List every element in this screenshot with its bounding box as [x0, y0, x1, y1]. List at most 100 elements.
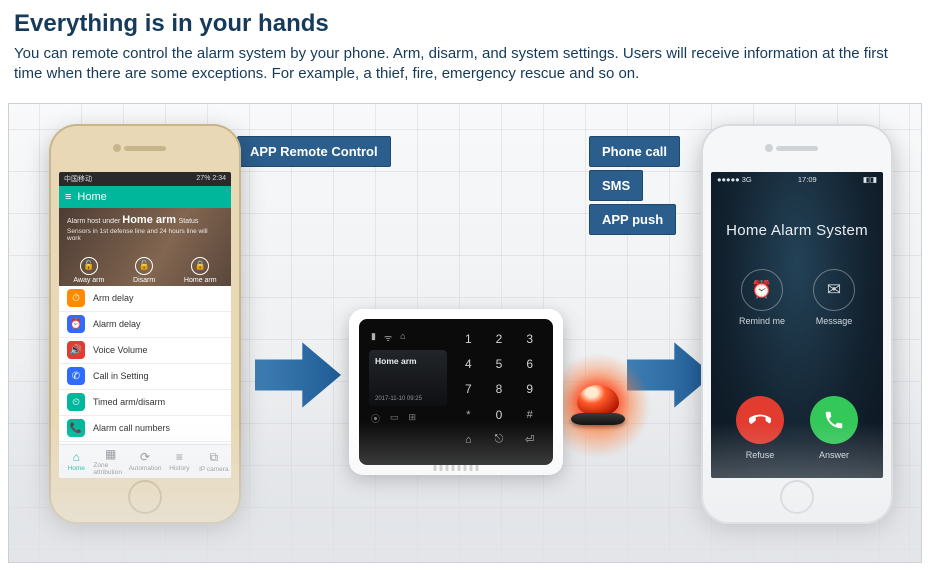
- menu-item-label: Voice Volume: [93, 345, 148, 355]
- status-left: ●●●●● 3G: [717, 175, 752, 184]
- status-right: 27% 2:34: [196, 175, 226, 182]
- keypad-key-6[interactable]: 6: [516, 354, 543, 375]
- panel-legend-icons: ⦿▭⊞: [369, 412, 447, 425]
- phone-app: 中国移动 27% 2:34 ≡ Home Alarm host under Ho…: [49, 124, 241, 524]
- tab-icon: ⌂: [73, 450, 80, 464]
- badge-app-push: APP push: [589, 204, 676, 235]
- arm-mode-disarm[interactable]: 🔓Disarm: [133, 257, 155, 284]
- arm-mode-away-arm[interactable]: 🔓 Away arm: [73, 257, 104, 284]
- keypad-key-⌂[interactable]: ⌂: [455, 429, 482, 450]
- arm-mode-home-arm[interactable]: 🔒 Home arm: [184, 257, 217, 284]
- tab-icon: ⧉: [210, 450, 219, 465]
- siren-icon: [571, 379, 625, 433]
- menu-item-voice-volume[interactable]: 🔊 Voice Volume: [59, 338, 231, 364]
- keypad-key-2[interactable]: 2: [486, 329, 513, 350]
- app-titlebar: ≡ Home: [59, 186, 231, 208]
- menu-icon[interactable]: ≡: [65, 191, 71, 203]
- hero-suffix: Status: [179, 218, 199, 225]
- keypad-key-1[interactable]: 1: [455, 329, 482, 350]
- menu-item-label: Timed arm/disarm: [93, 397, 165, 407]
- hero-line2: Sensors in 1st defense line and 24 hours…: [67, 228, 223, 244]
- tab-icon: ⟳: [140, 450, 150, 464]
- menu-item-icon: ⏲: [67, 393, 85, 411]
- lcd-text: Home arm: [375, 356, 441, 366]
- status-right: ◧◨: [863, 175, 877, 184]
- lock-icon: 🔓: [135, 257, 153, 275]
- keypad-key-8[interactable]: 8: [486, 379, 513, 400]
- alarm-keypad: ▮ᯤ⌂ Home arm 2017-11-10 09:25 ⦿▭⊞ 123 456…: [349, 309, 563, 475]
- lcd-time: 2017-11-10 09:25: [375, 396, 441, 402]
- arm-status-hero: Alarm host under Home arm Status Sensors…: [59, 208, 231, 286]
- keypad-key-⏎[interactable]: ⏎: [516, 429, 543, 450]
- menu-item-alarm-delay[interactable]: ⏰ Alarm delay: [59, 312, 231, 338]
- menu-item-arm-delay[interactable]: ⏱ Arm delay: [59, 286, 231, 312]
- tab-history[interactable]: ≡History: [162, 445, 196, 478]
- app-title: Home: [77, 191, 106, 203]
- arm-mode-label: Home arm: [184, 277, 217, 284]
- caller-name: Home Alarm System: [717, 222, 877, 239]
- tab-home[interactable]: ⌂Home: [59, 445, 93, 478]
- message-button[interactable]: ✉ Message: [813, 269, 855, 326]
- tab-label: Automation: [129, 465, 162, 472]
- message-icon: ✉: [813, 269, 855, 311]
- keypad-key-hash[interactable]: #: [516, 404, 543, 425]
- status-bar: 中国移动 27% 2:34: [59, 172, 231, 186]
- tab-label: IP camera: [199, 466, 229, 473]
- keypad-key-9[interactable]: 9: [516, 379, 543, 400]
- decline-icon: [736, 396, 784, 444]
- tab-icon: ▦: [105, 447, 116, 461]
- menu-item-label: Alarm delay: [93, 319, 141, 329]
- menu-item-timed-arm-disarm[interactable]: ⏲ Timed arm/disarm: [59, 390, 231, 416]
- tab-ip-camera[interactable]: ⧉IP camera: [197, 445, 231, 478]
- keypad-key-5[interactable]: 5: [486, 354, 513, 375]
- keypad-key-⎋[interactable]: ⎋: [486, 429, 513, 450]
- bottom-tabs: ⌂Home▦Zone attribution⟳Automation≡Histor…: [59, 444, 231, 478]
- answer-button[interactable]: Answer: [810, 396, 858, 460]
- menu-item-icon: 📞: [67, 419, 85, 437]
- refuse-label: Refuse: [746, 450, 775, 460]
- badge-phone-call: Phone call: [589, 136, 680, 167]
- remind-label: Remind me: [739, 316, 785, 326]
- menu-item-icon: 🔊: [67, 341, 85, 359]
- arrow-right-icon: [253, 332, 343, 418]
- lock-icon: 🔒: [191, 257, 209, 275]
- tab-automation[interactable]: ⟳Automation: [128, 445, 162, 478]
- badge-app-remote: APP Remote Control: [237, 136, 391, 167]
- menu-item-icon: ✆: [67, 367, 85, 385]
- menu-item-alarm-call-numbers[interactable]: 📞 Alarm call numbers: [59, 416, 231, 442]
- menu-item-label: Alarm call numbers: [93, 423, 170, 433]
- menu-item-label: Arm delay: [93, 293, 134, 303]
- hero-main: Home arm: [122, 214, 176, 226]
- tab-label: Zone attribution: [93, 462, 127, 476]
- page-subtitle: You can remote control the alarm system …: [14, 44, 916, 85]
- status-time: 17:09: [798, 175, 817, 184]
- tab-icon: ≡: [176, 450, 183, 464]
- home-button[interactable]: [128, 480, 162, 514]
- tab-label: History: [169, 465, 189, 472]
- message-label: Message: [816, 316, 853, 326]
- home-button[interactable]: [780, 480, 814, 514]
- keypad-key-4[interactable]: 4: [455, 354, 482, 375]
- lock-icon: 🔓: [80, 257, 98, 275]
- menu-item-icon: ⏰: [67, 315, 85, 333]
- settings-list: ⏱ Arm delay ⏰ Alarm delay 🔊 Voice Volume ✆Call…: [59, 286, 231, 444]
- remind-me-button[interactable]: ⏰ Remind me: [739, 269, 785, 326]
- keypad-key-0[interactable]: 0: [486, 404, 513, 425]
- refuse-button[interactable]: Refuse: [736, 396, 784, 460]
- keypad-key-3[interactable]: 3: [516, 329, 543, 350]
- keypad-key-star[interactable]: *: [455, 404, 482, 425]
- status-bar: ●●●●● 3G 17:09 ◧◨: [711, 172, 883, 188]
- tab-zone-attribution[interactable]: ▦Zone attribution: [93, 445, 127, 478]
- arm-mode-label: Away arm: [73, 277, 104, 284]
- panel-status-icons: ▮ᯤ⌂: [369, 329, 447, 344]
- keypad-key-7[interactable]: 7: [455, 379, 482, 400]
- menu-item-icon: ⏱: [67, 289, 85, 307]
- hero-prefix: Alarm host under: [67, 218, 122, 225]
- badge-sms: SMS: [589, 170, 643, 201]
- stage: APP Remote Control Phone call SMS APP pu…: [8, 103, 922, 563]
- menu-item-call-in-setting[interactable]: ✆Call in Setting: [59, 364, 231, 390]
- page-title: Everything is in your hands: [14, 10, 916, 38]
- phone-incoming-call: ●●●●● 3G 17:09 ◧◨ Home Alarm System ⏰ Re…: [701, 124, 893, 524]
- alarm-clock-icon: ⏰: [741, 269, 783, 311]
- panel-lcd: Home arm 2017-11-10 09:25: [369, 350, 447, 406]
